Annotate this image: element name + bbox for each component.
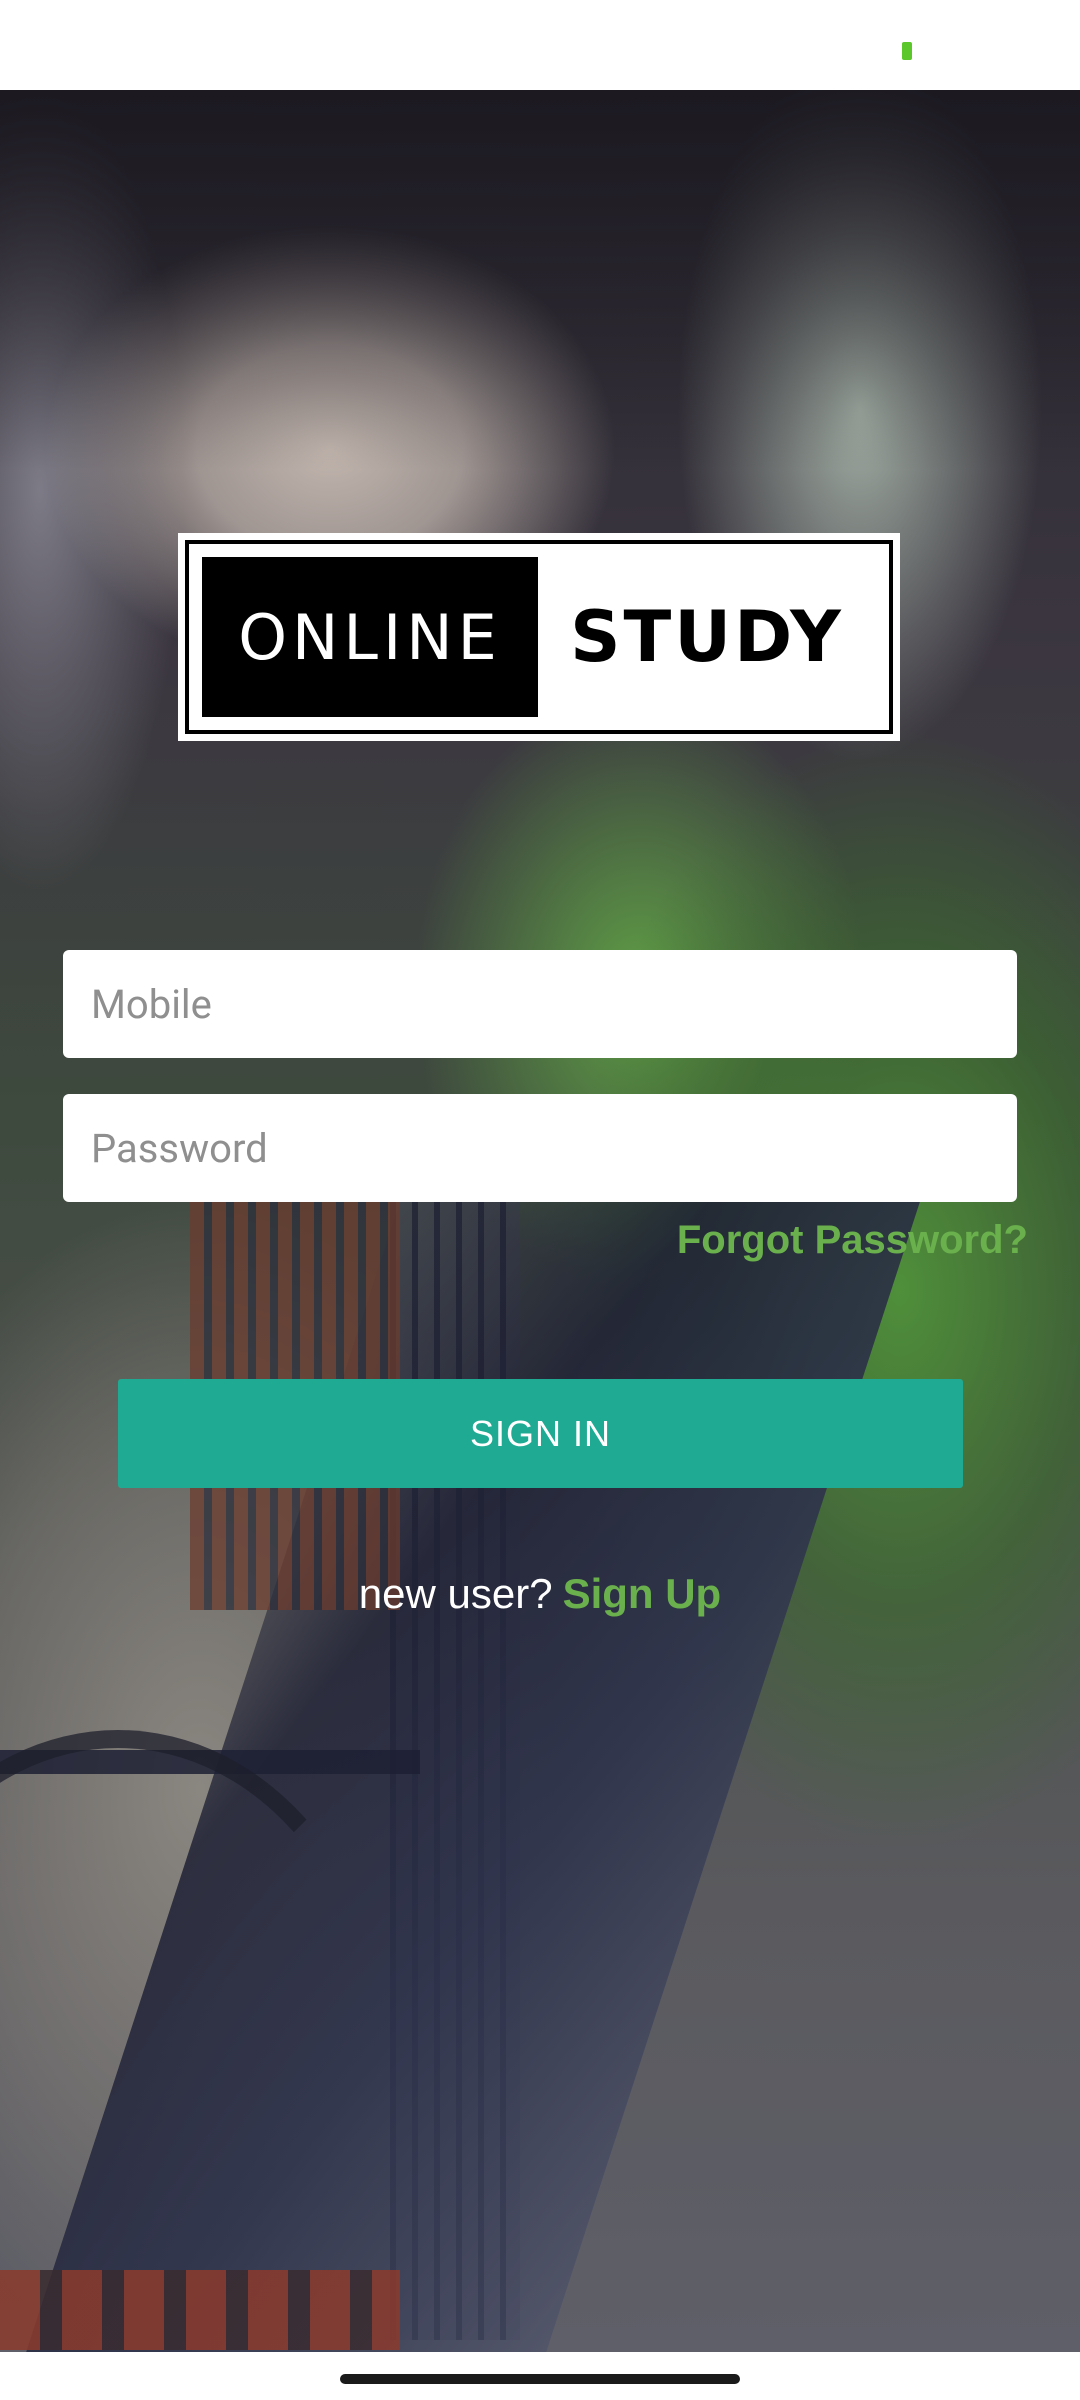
sign-up-link[interactable]: Sign Up bbox=[563, 1570, 722, 1617]
logo-study-text: STUDY bbox=[570, 596, 844, 678]
signup-prompt: new user? Sign Up bbox=[0, 1570, 1080, 1618]
app-logo: ONLINE STUDY bbox=[178, 533, 900, 741]
battery-icon bbox=[902, 42, 912, 60]
mobile-input[interactable] bbox=[63, 950, 1017, 1058]
navigation-bar bbox=[0, 2352, 1080, 2400]
forgot-password-link[interactable]: Forgot Password? bbox=[677, 1218, 1028, 1263]
background-tree-shadow bbox=[0, 90, 1080, 470]
home-gesture-handle[interactable] bbox=[340, 2374, 740, 2384]
password-input[interactable] bbox=[63, 1094, 1017, 1202]
status-bar bbox=[0, 0, 1080, 90]
sign-in-button[interactable]: SIGN IN bbox=[118, 1379, 963, 1488]
background-bottom-bench bbox=[0, 2270, 400, 2350]
logo-online-text: ONLINE bbox=[202, 557, 538, 717]
signup-prompt-text: new user? bbox=[358, 1570, 553, 1617]
